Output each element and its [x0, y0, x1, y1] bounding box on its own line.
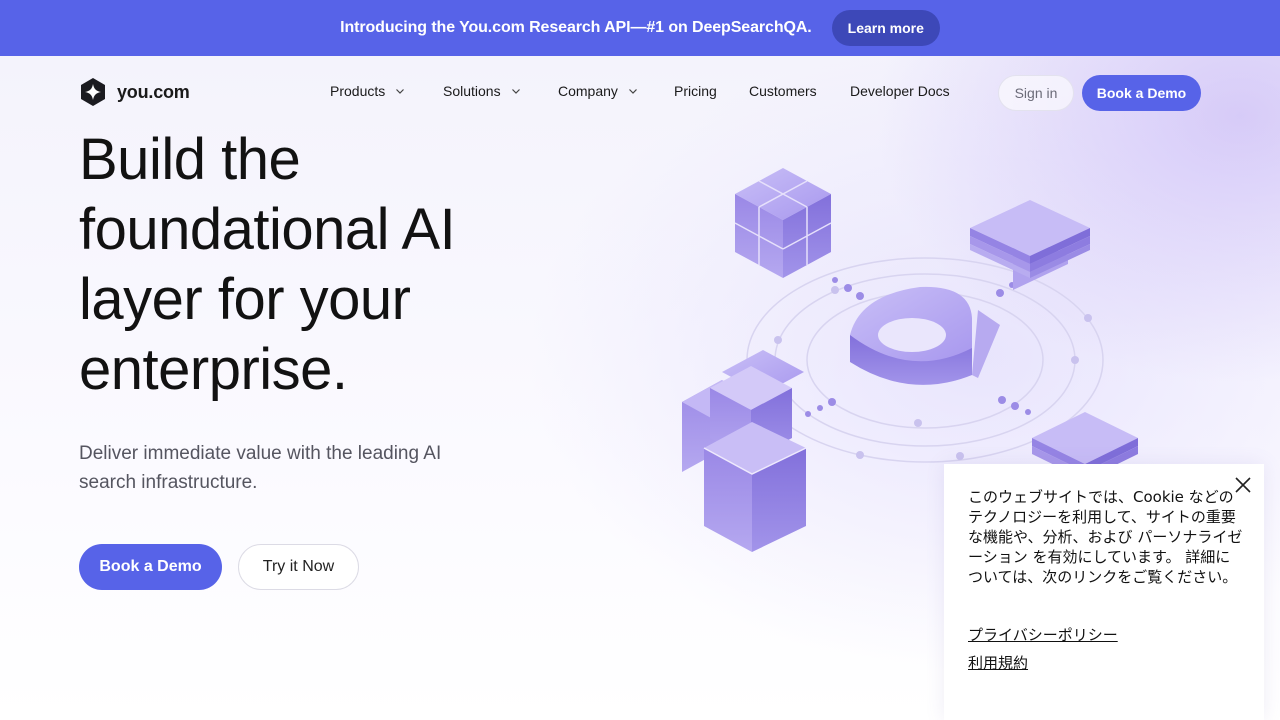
- central-hub-shape: [850, 286, 1000, 385]
- cube-stack-bottom-left: [682, 350, 807, 552]
- nav-solutions-label: Solutions: [443, 83, 501, 99]
- sign-in-button[interactable]: Sign in: [998, 75, 1074, 111]
- privacy-policy-link[interactable]: プライバシーポリシー: [968, 624, 1118, 645]
- nav-developer-docs[interactable]: Developer Docs: [850, 83, 950, 99]
- nav-pricing[interactable]: Pricing: [674, 83, 717, 99]
- try-it-now-button[interactable]: Try it Now: [238, 544, 359, 590]
- brand-name: you.com: [117, 81, 190, 102]
- nav-products[interactable]: Products: [330, 83, 405, 99]
- terms-link[interactable]: 利用規約: [968, 652, 1028, 673]
- hero-title-line: enterprise.: [79, 337, 348, 402]
- cookie-banner: このウェブサイトでは、Cookie などのテクノロジーを利用して、サイトの重要な…: [944, 464, 1264, 720]
- hero-title-line: Build the: [79, 127, 301, 192]
- chevron-down-icon: [628, 89, 637, 94]
- you-logo-icon: [81, 78, 105, 106]
- stacked-plates-top-right: [970, 200, 1090, 290]
- announcement-bar: Introducing the You.com Research API—#1 …: [0, 0, 1280, 56]
- hero-title-line: layer for your: [79, 267, 411, 332]
- nav-solutions[interactable]: Solutions: [443, 83, 521, 99]
- book-demo-button[interactable]: Book a Demo: [79, 544, 222, 590]
- brand-logo[interactable]: you.com: [79, 78, 190, 106]
- nav-products-label: Products: [330, 83, 386, 99]
- cube-cluster-top-left: [734, 168, 832, 278]
- announcement-text: Introducing the You.com Research API—#1 …: [340, 19, 812, 36]
- nav-customers[interactable]: Customers: [749, 83, 817, 99]
- cookie-message: このウェブサイトでは、Cookie などのテクノロジーを利用して、サイトの重要な…: [968, 488, 1243, 586]
- nav-company-label: Company: [558, 83, 618, 99]
- learn-more-button[interactable]: Learn more: [831, 10, 940, 46]
- hero-subtitle: Deliver immediate value with the leading…: [79, 443, 442, 493]
- hero-title: Build the foundational AI layer for your…: [79, 125, 539, 405]
- chevron-down-icon: [396, 89, 405, 94]
- hero-title-line: foundational AI: [79, 197, 456, 262]
- chevron-down-icon: [511, 89, 520, 94]
- nav-company[interactable]: Company: [558, 83, 638, 99]
- nav-book-demo-button[interactable]: Book a Demo: [1082, 75, 1201, 111]
- main-nav: you.com Products Solutions Company Prici…: [0, 56, 1280, 128]
